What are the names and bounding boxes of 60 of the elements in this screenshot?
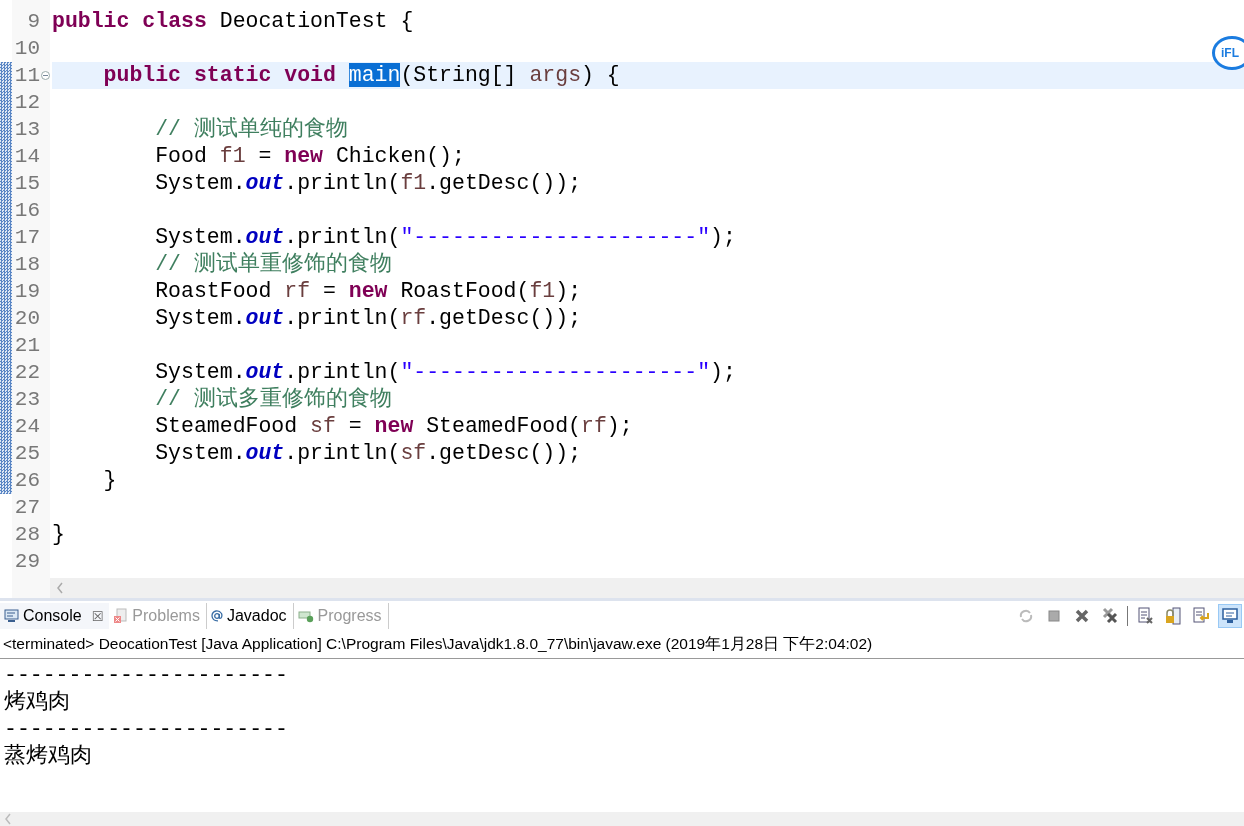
view-tab[interactable]: Console ☒ [0, 603, 110, 629]
code-line: // 测试多重修饰的食物 [154, 387, 392, 411]
stop-icon[interactable] [1045, 607, 1063, 625]
line-number: 29 [13, 549, 40, 575]
padlock-icon[interactable] [1164, 607, 1182, 625]
line-number: 17 [13, 225, 40, 251]
code-line: System.out.println("----------------------"); [154, 225, 736, 249]
line-number: 14 [13, 144, 40, 170]
line-number: 18 [13, 252, 40, 278]
line-number: 11 [13, 63, 40, 89]
monitor-icon [4, 609, 19, 623]
line-number: 26 [13, 468, 40, 494]
code-line: // 测试单纯的食物 [154, 117, 348, 141]
collapse-icon[interactable] [40, 71, 50, 80]
line-number: 22 [13, 360, 40, 386]
code-line: System.out.println(f1.getDesc()); [154, 171, 582, 195]
line-number: 19 [13, 279, 40, 305]
line-number: 23 [13, 387, 40, 413]
scroll-left-icon[interactable] [56, 582, 64, 594]
sync-icon[interactable] [1017, 607, 1035, 625]
code-line: } [102, 468, 117, 492]
code-line: RoastFood rf = new RoastFood(f1); [154, 279, 582, 303]
console-output-line: 烤鸡肉 [4, 689, 71, 716]
remove-icon[interactable] [1073, 607, 1091, 625]
document-arrow-icon[interactable] [1192, 607, 1210, 625]
line-number: 10 [13, 36, 40, 62]
process-status: <terminated> DeocationTest [Java Application] C:\Program Files\Java\jdk1.8.0_77\bin\javaw.exe (2019年1月28日 下午2:04:02) [0, 632, 1244, 659]
line-number: 12 [13, 90, 40, 116]
code-line: public static void main(String[] args) { [102, 63, 620, 87]
at-sign-icon [210, 610, 223, 622]
code-line: System.out.println(rf.getDesc()); [154, 306, 582, 330]
line-number: 25 [13, 441, 40, 467]
line-number: 9 [26, 9, 40, 35]
clear-console-icon[interactable] [1136, 607, 1154, 625]
remove-all-icon[interactable] [1101, 607, 1119, 625]
console-output-line: 蒸烤鸡肉 [4, 743, 93, 770]
line-number: 24 [13, 414, 40, 440]
line-number: 21 [13, 333, 40, 359]
code-line: System.out.println(sf.getDesc()); [154, 441, 582, 465]
code-line: } [52, 522, 65, 546]
horizontal-scrollbar[interactable] [50, 578, 1244, 598]
console-output-line: ---------------------- [4, 716, 289, 743]
problems-icon [113, 608, 129, 624]
view-tab[interactable]: Javadoc [206, 603, 294, 629]
console-output-line: ---------------------- [4, 662, 289, 689]
line-number: 20 [13, 306, 40, 332]
floating-widget[interactable]: iFL [1212, 36, 1244, 70]
line-number: 28 [13, 522, 40, 548]
code-line: SteamedFood sf = new SteamedFood(rf); [154, 414, 633, 438]
code-line: System.out.println("----------------------"); [154, 360, 736, 384]
line-number: 16 [13, 198, 40, 224]
line-number: 15 [13, 171, 40, 197]
code-line: Food f1 = new Chicken(); [154, 144, 465, 168]
line-number: 27 [13, 495, 40, 521]
code-line: public class DeocationTest { [52, 9, 414, 33]
progress-icon [297, 609, 314, 623]
horizontal-scrollbar[interactable] [0, 812, 1244, 826]
line-number: 13 [13, 117, 40, 143]
close-icon[interactable]: ☒ [91, 608, 104, 624]
code-line: // 测试单重修饰的食物 [154, 252, 392, 276]
